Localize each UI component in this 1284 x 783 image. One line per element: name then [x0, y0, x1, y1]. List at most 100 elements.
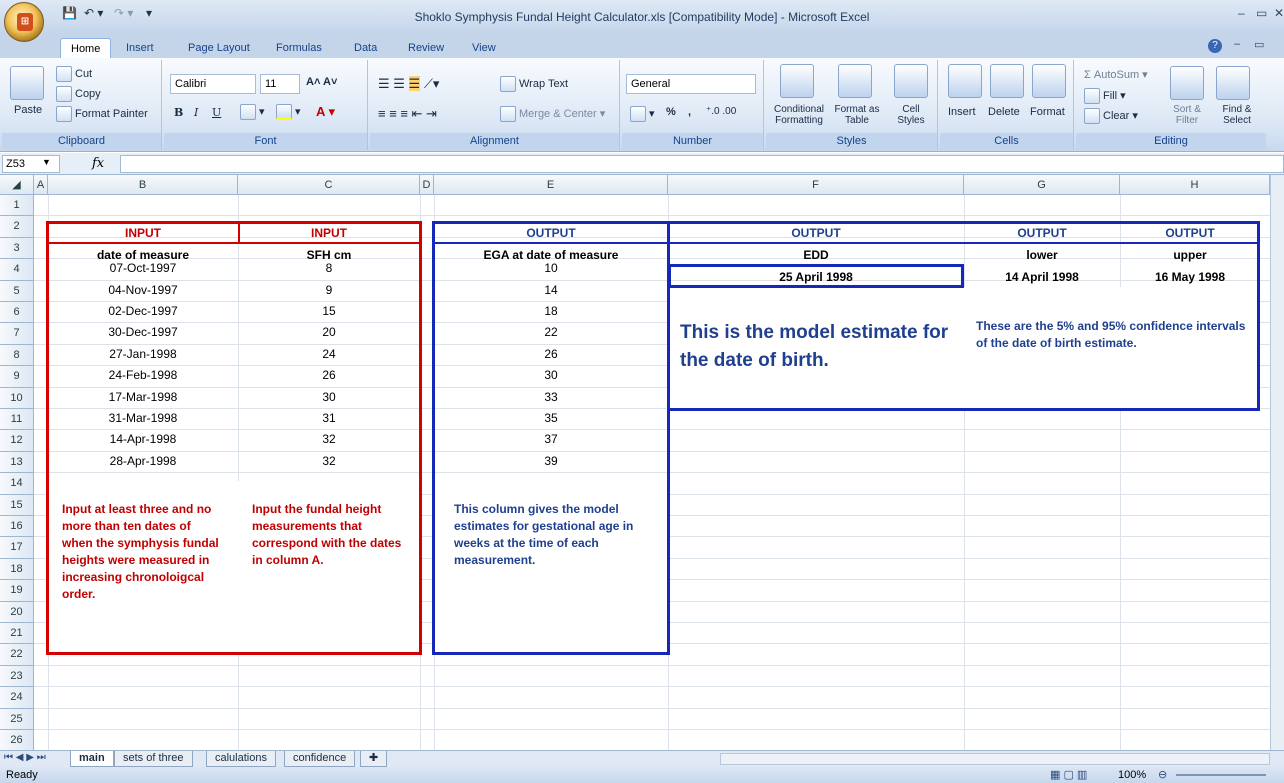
autosum-button[interactable]: Σ AutoSum ▾ [1084, 68, 1148, 81]
row-header[interactable]: 9 [0, 366, 34, 388]
office-button[interactable]: ⊞ [4, 2, 44, 42]
font-color-icon[interactable]: A ▾ [316, 104, 335, 120]
save-icon[interactable]: 💾 [62, 6, 77, 26]
row-header[interactable]: 19 [0, 580, 34, 602]
row-header[interactable]: 2 [0, 216, 34, 238]
doc-minimize-button[interactable]: – [1234, 38, 1240, 50]
name-box[interactable]: Z53 [2, 155, 60, 173]
row-header[interactable]: 18 [0, 558, 34, 581]
tab-insert[interactable]: Insert [124, 38, 156, 58]
help-icon[interactable]: ? [1208, 39, 1222, 53]
format-cells-button[interactable]: Format [1030, 106, 1065, 118]
row-header[interactable]: 14 [0, 473, 34, 495]
row-header[interactable]: 23 [0, 665, 34, 688]
currency-icon[interactable]: ▾ [630, 106, 655, 122]
doc-restore-button[interactable]: ▭ [1254, 38, 1264, 51]
row-header[interactable]: 13 [0, 451, 34, 474]
tab-review[interactable]: Review [406, 38, 446, 58]
sheet-tab-confidence[interactable]: confidence [284, 751, 356, 767]
cell-styles-button[interactable]: Cell Styles [890, 104, 932, 126]
borders-icon[interactable]: ▾ [240, 104, 265, 120]
col-header-e[interactable]: E [434, 175, 668, 195]
zoom-slider[interactable] [1176, 774, 1266, 776]
format-painter-button[interactable]: Format Painter [56, 106, 148, 122]
find-select-icon[interactable] [1216, 66, 1250, 100]
view-normal-icon[interactable]: ▦ ▢ ▥ [1050, 768, 1087, 781]
sort-filter-icon[interactable] [1170, 66, 1204, 100]
tab-page-layout[interactable]: Page Layout [186, 38, 252, 58]
row-header[interactable]: 7 [0, 323, 34, 345]
fill-color-icon[interactable]: ▾ [276, 104, 301, 120]
row-header[interactable]: 1 [0, 195, 34, 217]
restore-button[interactable]: ▭ [1256, 6, 1267, 20]
row-header[interactable]: 16 [0, 516, 34, 538]
tab-formulas[interactable]: Formulas [274, 38, 324, 58]
row-header[interactable]: 17 [0, 537, 34, 559]
undo-icon[interactable]: ↶ ▾ [84, 6, 103, 26]
percent-button[interactable]: % [666, 106, 676, 118]
col-header-h[interactable]: H [1120, 175, 1270, 195]
insert-cells-icon[interactable] [948, 64, 982, 98]
underline-button[interactable]: U [212, 106, 221, 119]
col-header-c[interactable]: C [238, 175, 420, 195]
worksheet-grid[interactable]: ◢ A B C D E F G H 2726252423222120191817… [0, 175, 1270, 750]
insert-function-button[interactable]: fx [92, 156, 104, 171]
formula-input[interactable] [120, 155, 1284, 173]
row-header[interactable]: 22 [0, 644, 34, 666]
conditional-format-icon[interactable] [780, 64, 814, 98]
paste-button[interactable]: Paste [14, 104, 42, 116]
align-left-icon[interactable]: ≡ ≡ ≡ ⇤ ⇥ [378, 106, 437, 122]
close-button[interactable]: ✕ [1274, 6, 1284, 20]
find-select-button[interactable]: Find & Select [1214, 104, 1260, 126]
clear-button[interactable]: Clear ▾ [1084, 108, 1138, 124]
grow-font-button[interactable]: A˄ A˅ [306, 76, 337, 88]
sheet-nav-icon[interactable]: ⏮ ◀ ▶ ⏭ [4, 752, 46, 763]
sheet-tab-main[interactable]: main [70, 751, 114, 767]
tab-data[interactable]: Data [352, 38, 379, 58]
name-box-dropdown-icon[interactable]: ▼ [42, 157, 51, 167]
cell-styles-icon[interactable] [894, 64, 928, 98]
row-header[interactable]: 6 [0, 302, 34, 324]
decimal-icon[interactable]: ⁺.0 .00 [706, 106, 736, 117]
sheet-tab-sets-of-three[interactable]: sets of three [114, 751, 193, 767]
redo-icon[interactable]: ↷ ▾ [114, 6, 133, 26]
row-header[interactable]: 12 [0, 430, 34, 452]
conditional-formatting-button[interactable]: Conditional Formatting [768, 104, 830, 126]
cut-button[interactable]: Cut [56, 66, 92, 82]
col-header-a[interactable]: A [34, 175, 48, 195]
paste-icon[interactable] [10, 66, 44, 100]
col-header-d[interactable]: D [420, 175, 434, 195]
zoom-level[interactable]: 100% [1118, 769, 1146, 781]
font-size-select[interactable]: 11 [260, 74, 300, 94]
row-header[interactable]: 5 [0, 280, 34, 302]
wrap-text-button[interactable]: Wrap Text [500, 76, 568, 92]
number-format-select[interactable]: General [626, 74, 756, 94]
minimize-button[interactable]: – [1238, 6, 1245, 20]
tab-home[interactable]: Home [60, 38, 112, 58]
row-header[interactable]: 4 [0, 259, 34, 281]
delete-cells-icon[interactable] [990, 64, 1024, 98]
format-cells-icon[interactable] [1032, 64, 1066, 98]
row-header[interactable]: 21 [0, 623, 34, 645]
row-header[interactable]: 11 [0, 409, 34, 431]
fill-button[interactable]: Fill ▾ [1084, 88, 1126, 104]
italic-button[interactable]: I [194, 106, 198, 119]
col-header-f[interactable]: F [668, 175, 964, 195]
insert-sheet-icon[interactable]: ✚ [360, 751, 388, 767]
row-header[interactable]: 15 [0, 494, 34, 516]
row-header[interactable]: 8 [0, 344, 34, 367]
row-header[interactable]: 26 [0, 730, 34, 750]
row-header[interactable]: 24 [0, 687, 34, 709]
format-as-table-button[interactable]: Format as Table [832, 104, 882, 126]
horizontal-scrollbar[interactable] [720, 753, 1270, 765]
row-header[interactable]: 25 [0, 708, 34, 730]
bold-button[interactable]: B [174, 106, 183, 119]
tab-view[interactable]: View [470, 38, 498, 58]
col-header-b[interactable]: B [48, 175, 238, 195]
select-all-button[interactable]: ◢ [0, 175, 34, 195]
copy-button[interactable]: Copy [56, 86, 101, 102]
row-header[interactable]: 20 [0, 601, 34, 623]
font-family-select[interactable]: Calibri [170, 74, 256, 94]
zoom-out-icon[interactable]: ⊖ [1158, 768, 1167, 781]
insert-cells-button[interactable]: Insert [948, 106, 976, 118]
